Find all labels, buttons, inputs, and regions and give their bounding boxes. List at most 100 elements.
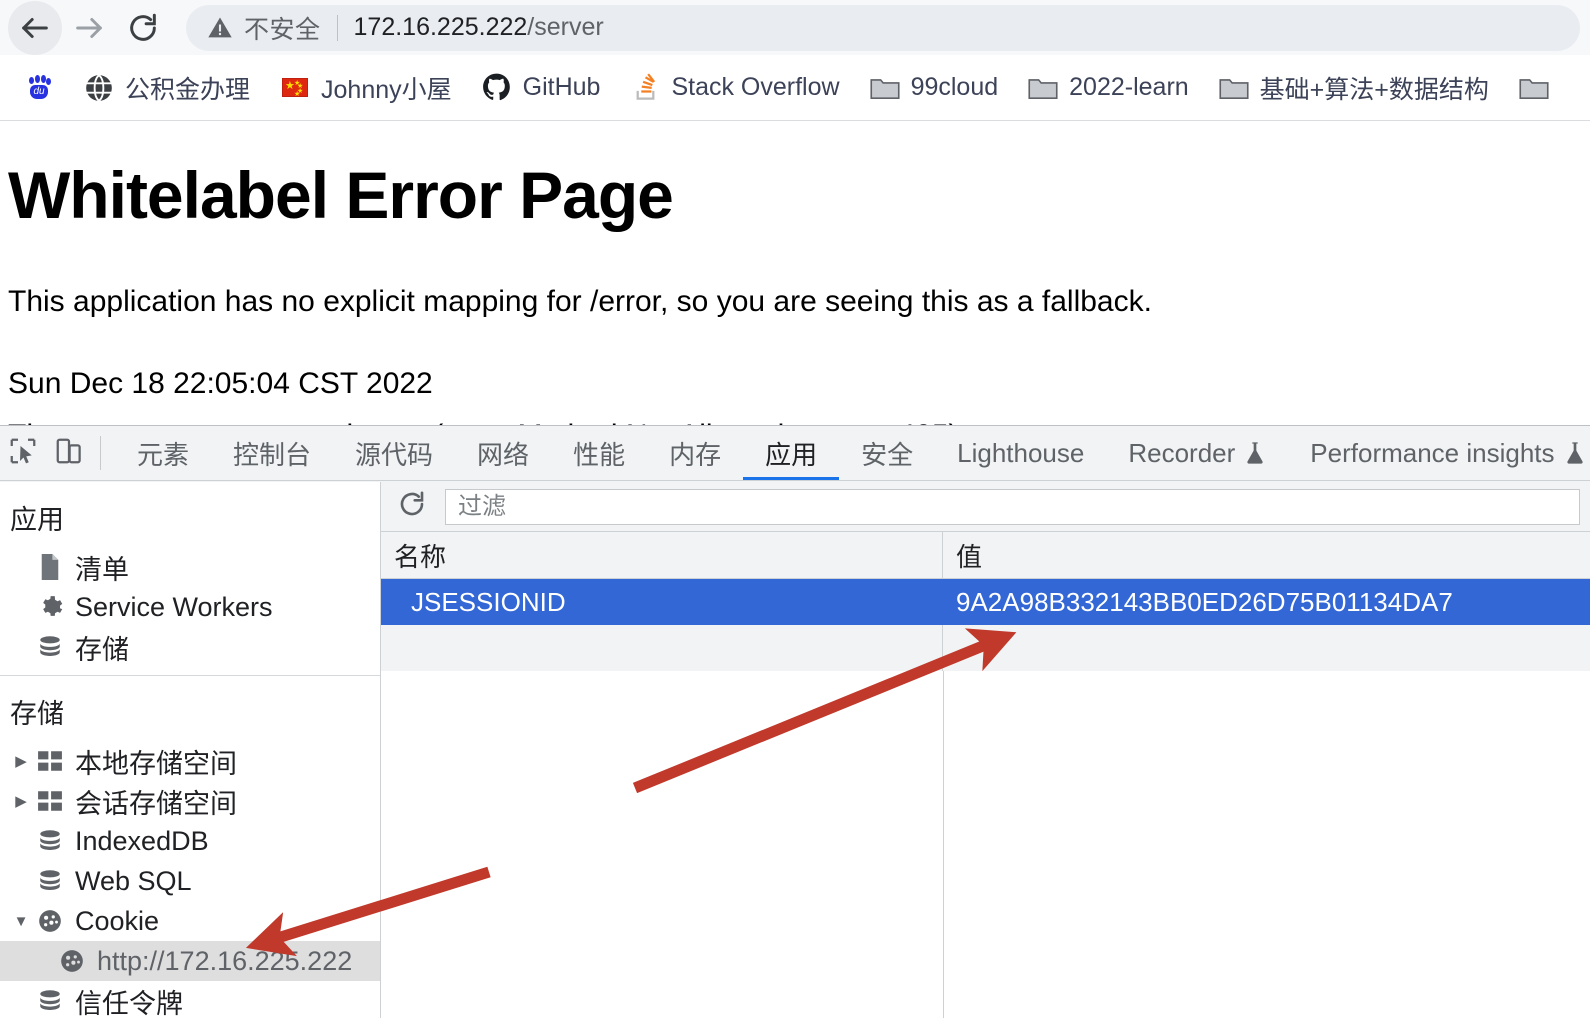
tab-network[interactable]: 网络 [455, 426, 551, 480]
sidebar-item-label: 信任令牌 [75, 988, 183, 1018]
bookmarks-bar: du 公积金办理 ★ ★ ★ ★ ★ Johnny小屋 GitHub Stack… [0, 55, 1590, 121]
sidebar-item-indexeddb[interactable]: IndexedDB [0, 821, 380, 861]
column-header-name[interactable]: 名称 [381, 532, 943, 578]
bookmark-johnny[interactable]: ★ ★ ★ ★ ★ Johnny小屋 [270, 66, 462, 110]
table-grid-icon [36, 747, 64, 775]
omnibox-divider [336, 14, 338, 41]
screenshot-root: 不安全 172.16.225.222/server du 公积金办理 ★ ★ ★… [0, 0, 1590, 1018]
warning-triangle-icon [206, 14, 234, 42]
cookie-table-header: 名称 值 [381, 532, 1590, 579]
sidebar-item-cookie[interactable]: ▼ Cookie [0, 901, 380, 941]
stackoverflow-icon [630, 73, 660, 103]
flask-icon [1244, 441, 1266, 465]
sidebar-item-label: 本地存储空间 [75, 748, 237, 779]
bookmark-label: 99cloud [910, 73, 999, 101]
sidebar-group-application: 应用 清单 Service Workers 存储 [0, 482, 380, 676]
chevron-right-icon[interactable]: ▶ [10, 752, 32, 770]
sidebar-item-cookie-origin[interactable]: http://172.16.225.222 [0, 941, 380, 981]
tab-lighthouse[interactable]: Lighthouse [935, 426, 1106, 480]
tab-label: Recorder [1128, 437, 1236, 468]
cookie-table: 名称 值 JSESSIONID 9A2A98B332143BB0ED26D75B… [381, 532, 1590, 1018]
column-header-value[interactable]: 值 [943, 532, 1590, 578]
folder-icon [1519, 73, 1549, 103]
sidebar-item-storage[interactable]: 存储 [0, 627, 380, 667]
device-toolbar-icon [54, 436, 84, 471]
bookmark-label: 基础+算法+数据结构 [1259, 75, 1489, 104]
sidebar-item-trust-tokens[interactable]: 信任令牌 [0, 981, 380, 1018]
bookmark-label: 2022-learn [1069, 73, 1189, 101]
bookmark-overflow-partial[interactable] [1509, 66, 1559, 110]
table-row[interactable] [381, 625, 1590, 671]
tab-performance[interactable]: 性能 [551, 426, 647, 480]
device-toolbar-button[interactable] [46, 430, 92, 476]
sidebar-item-service-workers[interactable]: Service Workers [0, 587, 380, 627]
browser-toolbar: 不安全 172.16.225.222/server [0, 0, 1590, 55]
web-page-content: Whitelabel Error Page This application h… [0, 121, 1590, 425]
sidebar-item-session-storage[interactable]: ▶ 会话存储空间 [0, 781, 380, 821]
bookmark-2022-learn[interactable]: 2022-learn [1018, 66, 1199, 110]
sidebar-item-label: 存储 [75, 634, 129, 665]
chevron-right-icon[interactable]: ▶ [10, 792, 32, 810]
table-grid-icon [36, 787, 64, 815]
filter-input[interactable]: 过滤 [445, 488, 1580, 525]
folder-icon [1028, 73, 1058, 103]
bookmark-label: Stack Overflow [671, 73, 840, 101]
bookmark-jichu-suanfa[interactable]: 基础+算法+数据结构 [1209, 66, 1499, 110]
tab-security[interactable]: 安全 [839, 426, 935, 480]
folder-icon [1219, 73, 1249, 103]
bookmark-gongjijin[interactable]: 公积金办理 [74, 66, 260, 110]
database-icon [36, 827, 64, 855]
url-path: /server [527, 13, 604, 41]
globe-icon [84, 73, 114, 103]
tab-sources[interactable]: 源代码 [333, 426, 455, 480]
bookmark-label: GitHub [522, 73, 601, 101]
sidebar-item-label: IndexedDB [75, 825, 209, 856]
bookmark-github[interactable]: GitHub [472, 66, 611, 110]
url-text: 172.16.225.222/server [354, 13, 604, 42]
github-icon [482, 73, 512, 103]
cell-cookie-name [381, 625, 943, 671]
database-icon [36, 867, 64, 895]
sidebar-item-label: Service Workers [75, 591, 273, 622]
sidebar-item-local-storage[interactable]: ▶ 本地存储空间 [0, 741, 380, 781]
tab-memory[interactable]: 内存 [647, 426, 743, 480]
cell-cookie-value [943, 625, 1590, 671]
sidebar-item-label: http://172.16.225.222 [97, 945, 353, 976]
tab-label: Performance insights [1310, 437, 1555, 468]
sidebar-item-label: 清单 [75, 554, 129, 585]
bookmark-99cloud[interactable]: 99cloud [860, 66, 1009, 110]
arrow-left-icon [18, 11, 52, 45]
tab-label: 控制台 [233, 439, 312, 470]
url-host: 172.16.225.222 [353, 13, 528, 41]
china-flag-icon: ★ ★ ★ ★ ★ [280, 73, 310, 103]
address-bar[interactable]: 不安全 172.16.225.222/server [186, 4, 1580, 51]
manifest-file-icon [36, 553, 64, 581]
tab-performance-insights[interactable]: Performance insights [1288, 426, 1590, 480]
column-divider[interactable] [943, 671, 944, 1018]
sidebar-item-web-sql[interactable]: Web SQL [0, 861, 380, 901]
tab-console[interactable]: 控制台 [211, 426, 333, 480]
refresh-button[interactable] [391, 486, 433, 528]
database-icon [36, 987, 64, 1015]
tab-label: 源代码 [355, 439, 434, 470]
tab-label: 安全 [861, 439, 914, 470]
flask-icon [1564, 441, 1586, 465]
arrow-right-icon [72, 11, 106, 45]
inspect-element-icon [8, 436, 38, 471]
bookmark-baidu[interactable]: du [14, 66, 64, 110]
tab-application[interactable]: 应用 [743, 426, 840, 480]
tab-recorder[interactable]: Recorder [1106, 426, 1288, 480]
devtools-tabbar: 元素 控制台 源代码 网络 性能 内存 应用 安全 Lighthouse Rec… [0, 426, 1590, 481]
forward-button[interactable] [62, 1, 116, 55]
filter-placeholder: 过滤 [458, 492, 506, 520]
reload-button[interactable] [116, 1, 170, 55]
sidebar-item-label: 会话存储空间 [75, 788, 237, 819]
tab-elements[interactable]: 元素 [115, 426, 211, 480]
tab-label: 性能 [573, 439, 626, 470]
inspect-element-button[interactable] [0, 430, 46, 476]
chevron-down-icon[interactable]: ▼ [10, 913, 32, 930]
bookmark-stackoverflow[interactable]: Stack Overflow [620, 66, 849, 110]
table-row[interactable]: JSESSIONID 9A2A98B332143BB0ED26D75B01134… [381, 579, 1590, 625]
back-button[interactable] [8, 0, 62, 55]
sidebar-item-manifest[interactable]: 清单 [0, 547, 380, 587]
